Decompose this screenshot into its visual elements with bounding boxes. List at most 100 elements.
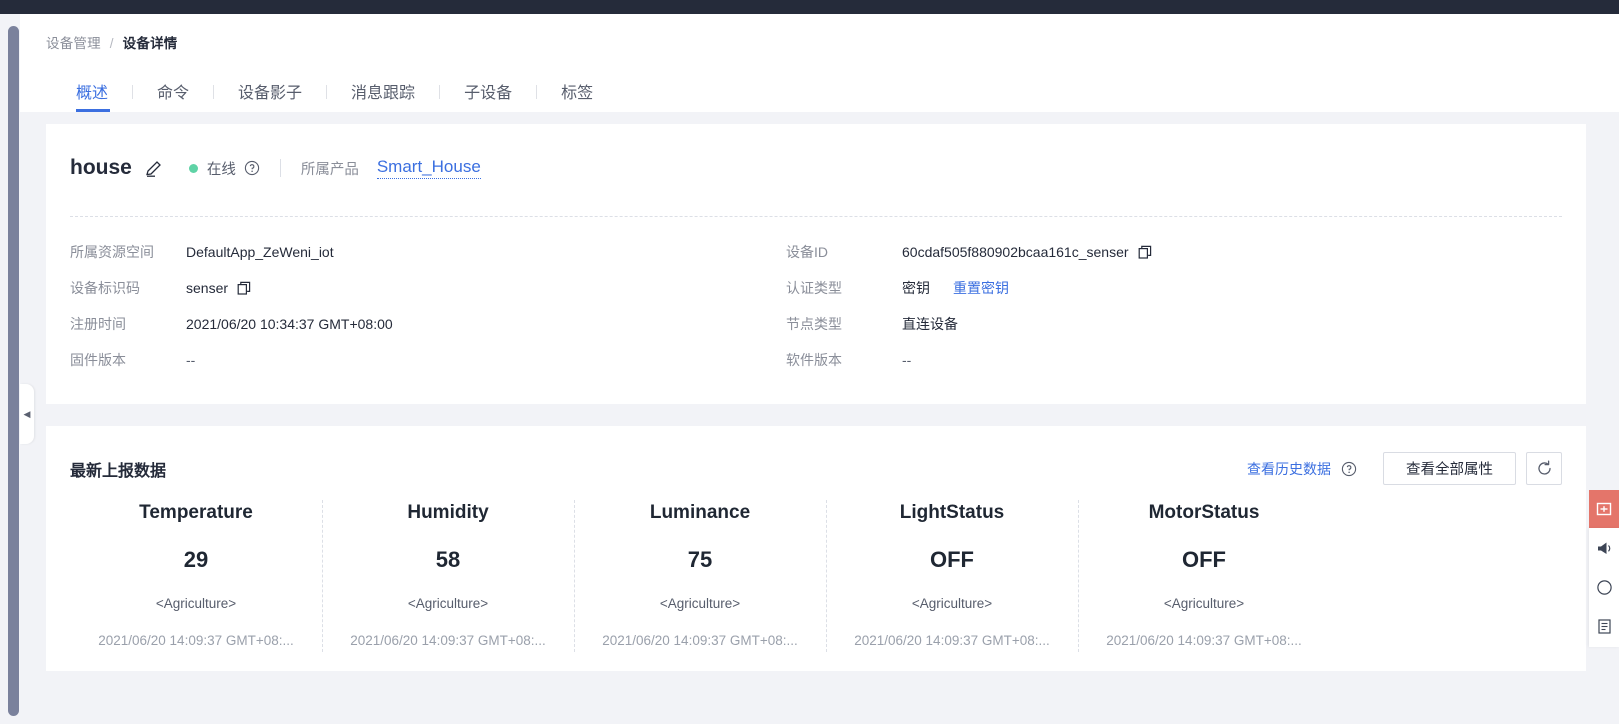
info-label: 软件版本 [786, 352, 842, 368]
info-label: 认证类型 [786, 280, 842, 296]
property-service: <Agriculture> [1163, 596, 1245, 611]
property-name: Temperature [139, 502, 253, 523]
info-row-device-id: 设备ID 60cdaf505f880902bcaa161c_senser [786, 242, 1546, 278]
property-service: <Agriculture> [911, 596, 993, 611]
info-row-software-version: 软件版本 -- [786, 350, 1546, 386]
device-title-row: house 在线 所属产品 Smart_House [70, 156, 481, 180]
property-service: <Agriculture> [659, 596, 741, 611]
property-card[interactable]: LightStatus OFF <Agriculture> 2021/06/20… [826, 494, 1078, 658]
property-name: LightStatus [899, 502, 1005, 523]
info-label: 节点类型 [786, 316, 842, 332]
latest-data-header: 最新上报数据 查看历史数据 查看全部属性 [70, 452, 1562, 485]
property-name: MotorStatus [1148, 502, 1260, 523]
product-link[interactable]: Smart_House [376, 157, 481, 179]
info-label: 固件版本 [70, 352, 126, 368]
property-card[interactable]: MotorStatus OFF <Agriculture> 2021/06/20… [1078, 494, 1330, 658]
info-value: -- [186, 352, 196, 368]
property-timestamp: 2021/06/20 14:09:37 GMT+08:... [98, 633, 294, 648]
info-label: 设备ID [786, 244, 828, 260]
info-row-firmware-version: 固件版本 -- [70, 350, 770, 386]
info-value: 密钥 重置密钥 [902, 278, 1009, 298]
tab-overview[interactable]: 概述 [56, 79, 132, 112]
page-scrollbar[interactable] [8, 26, 19, 716]
tab-sub-devices[interactable]: 子设备 [440, 79, 536, 112]
copy-icon[interactable] [237, 281, 252, 296]
tab-commands[interactable]: 命令 [133, 79, 213, 112]
reset-secret-link[interactable]: 重置密钥 [953, 278, 1009, 298]
property-timestamp: 2021/06/20 14:09:37 GMT+08:... [854, 633, 1050, 648]
property-value: 29 [183, 547, 209, 572]
right-toolbar-panel [1589, 528, 1619, 647]
document-icon[interactable] [1596, 618, 1613, 635]
property-card[interactable]: Humidity 58 <Agriculture> 2021/06/20 14:… [322, 494, 574, 658]
info-row-auth-type: 认证类型 密钥 重置密钥 [786, 278, 1546, 314]
property-timestamp: 2021/06/20 14:09:37 GMT+08:... [350, 633, 546, 648]
info-value-text: 密钥 [902, 280, 930, 296]
tab-message-trace[interactable]: 消息跟踪 [327, 79, 439, 112]
right-floating-toolbar [1589, 490, 1619, 647]
device-info-left-column: 所属资源空间 DefaultApp_ZeWeni_iot 设备标识码 sense… [70, 242, 770, 386]
info-value-text: 60cdaf505f880902bcaa161c_senser [902, 244, 1129, 260]
page-title: house [70, 156, 132, 179]
breadcrumb-separator: / [109, 36, 114, 51]
property-value: 75 [687, 547, 713, 572]
info-value-text: senser [186, 280, 229, 296]
breadcrumb-parent[interactable]: 设备管理 [46, 36, 101, 51]
pencil-icon[interactable] [144, 159, 163, 178]
info-row-resource-space: 所属资源空间 DefaultApp_ZeWeni_iot [70, 242, 770, 278]
status-badge: 在线 [206, 161, 236, 178]
property-value: OFF [1182, 547, 1226, 572]
property-timestamp: 2021/06/20 14:09:37 GMT+08:... [602, 633, 798, 648]
info-value: 2021/06/20 10:34:37 GMT+08:00 [186, 316, 393, 332]
megaphone-icon[interactable] [1596, 540, 1613, 557]
question-circle-icon[interactable] [244, 160, 260, 176]
product-label: 所属产品 [300, 161, 359, 178]
device-info-right-column: 设备ID 60cdaf505f880902bcaa161c_senser 认证类… [786, 242, 1546, 386]
info-row-node-id: 设备标识码 senser [70, 278, 770, 314]
property-card[interactable]: Temperature 29 <Agriculture> 2021/06/20 … [70, 494, 322, 658]
status-indicator-dot [188, 163, 198, 173]
divider [279, 159, 281, 177]
property-name: Humidity [407, 502, 489, 523]
chevron-left-icon: ◀ [23, 408, 31, 419]
device-info-card: house 在线 所属产品 Smart_House 所属资源空间 Default… [46, 124, 1586, 404]
property-name: Luminance [649, 502, 751, 523]
info-label: 所属资源空间 [70, 244, 154, 260]
circle-icon[interactable] [1596, 579, 1613, 596]
info-label: 注册时间 [70, 316, 126, 332]
info-value: 60cdaf505f880902bcaa161c_senser [902, 244, 1153, 260]
breadcrumb-current: 设备详情 [122, 36, 178, 51]
latest-data-actions: 查看历史数据 查看全部属性 [1247, 452, 1562, 485]
property-card[interactable]: Luminance 75 <Agriculture> 2021/06/20 14… [574, 494, 826, 658]
header-band: 设备管理 / 设备详情 概述 命令 设备影子 消息跟踪 子设备 标签 [20, 14, 1619, 112]
section-title: 最新上报数据 [70, 462, 167, 480]
property-card-list: Temperature 29 <Agriculture> 2021/06/20 … [70, 494, 1330, 658]
section-divider [70, 216, 1562, 217]
property-service: <Agriculture> [407, 596, 489, 611]
page-container: 设备管理 / 设备详情 概述 命令 设备影子 消息跟踪 子设备 标签 house [20, 14, 1619, 724]
property-service: <Agriculture> [155, 596, 237, 611]
property-value: OFF [930, 547, 974, 572]
property-timestamp: 2021/06/20 14:09:37 GMT+08:... [1106, 633, 1302, 648]
tab-tags[interactable]: 标签 [537, 79, 617, 112]
info-row-node-type: 节点类型 直连设备 [786, 314, 1546, 350]
latest-data-card: 最新上报数据 查看历史数据 查看全部属性 Temperature 29 <Agr… [46, 426, 1586, 671]
info-row-register-time: 注册时间 2021/06/20 10:34:37 GMT+08:00 [70, 314, 770, 350]
top-system-bar [0, 0, 1619, 14]
tab-bar: 概述 命令 设备影子 消息跟踪 子设备 标签 [56, 76, 617, 112]
info-value: 直连设备 [902, 316, 958, 332]
question-circle-icon[interactable] [1341, 461, 1357, 477]
view-all-properties-button[interactable]: 查看全部属性 [1383, 452, 1516, 485]
info-value: senser [186, 280, 252, 296]
sidebar-collapse-toggle[interactable]: ◀ [20, 384, 34, 444]
info-label: 设备标识码 [70, 280, 140, 296]
copy-icon[interactable] [1138, 245, 1153, 260]
refresh-icon[interactable] [1526, 452, 1562, 485]
tab-device-shadow[interactable]: 设备影子 [214, 79, 326, 112]
property-value: 58 [435, 547, 461, 572]
info-value: -- [902, 352, 912, 368]
view-history-link[interactable]: 查看历史数据 [1247, 459, 1331, 479]
info-value: DefaultApp_ZeWeni_iot [186, 244, 334, 260]
feedback-icon[interactable] [1589, 490, 1619, 528]
breadcrumb: 设备管理 / 设备详情 [46, 32, 177, 52]
